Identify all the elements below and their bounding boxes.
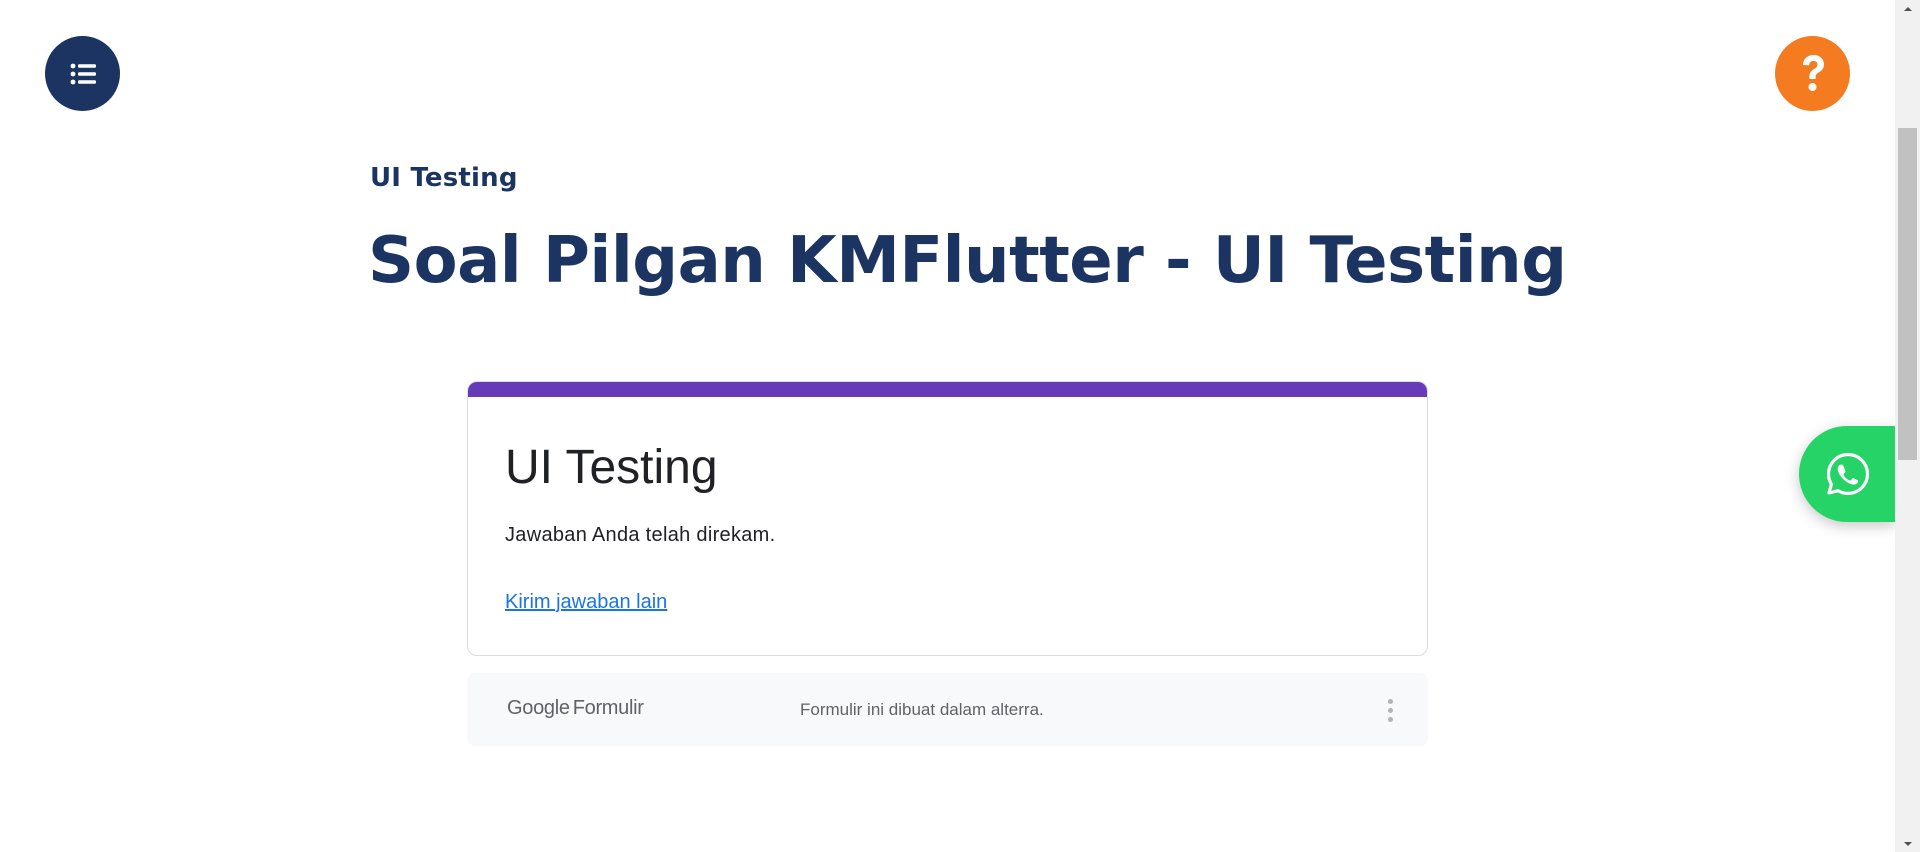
scroll-up-arrow-icon[interactable]: [1895, 0, 1920, 17]
submit-another-response-link[interactable]: Kirim jawaban lain: [505, 591, 667, 614]
vertical-scrollbar[interactable]: [1895, 0, 1920, 852]
page: UI Testing Soal Pilgan KMFlutter - UI Te…: [0, 0, 1920, 852]
help-button[interactable]: [1775, 36, 1850, 111]
form-footer: Google Formulir Formulir ini dibuat dala…: [467, 673, 1428, 746]
form-confirmation-message: Jawaban Anda telah direkam.: [505, 524, 776, 546]
google-logo-text: Google: [507, 697, 570, 719]
whatsapp-icon: [1826, 452, 1870, 495]
forms-logo-text: Formulir: [572, 697, 644, 719]
more-vertical-icon[interactable]: [1380, 693, 1400, 727]
category-label: UI Testing: [370, 163, 518, 193]
form-accent-bar: [468, 382, 1427, 397]
google-forms-logo[interactable]: Google Formulir: [507, 697, 644, 720]
list-icon: [70, 63, 96, 84]
menu-button[interactable]: [45, 36, 120, 111]
whatsapp-button[interactable]: [1799, 426, 1895, 522]
form-title: UI Testing: [505, 441, 718, 494]
form-confirmation-card: UI Testing Jawaban Anda telah direkam. K…: [467, 381, 1428, 656]
scroll-down-arrow-icon[interactable]: [1895, 835, 1920, 852]
footer-note: Formulir ini dibuat dalam alterra.: [800, 700, 1044, 719]
scrollbar-thumb[interactable]: [1898, 128, 1917, 460]
question-mark-icon: [1802, 54, 1824, 91]
page-title: Soal Pilgan KMFlutter - UI Testing: [368, 224, 1567, 298]
